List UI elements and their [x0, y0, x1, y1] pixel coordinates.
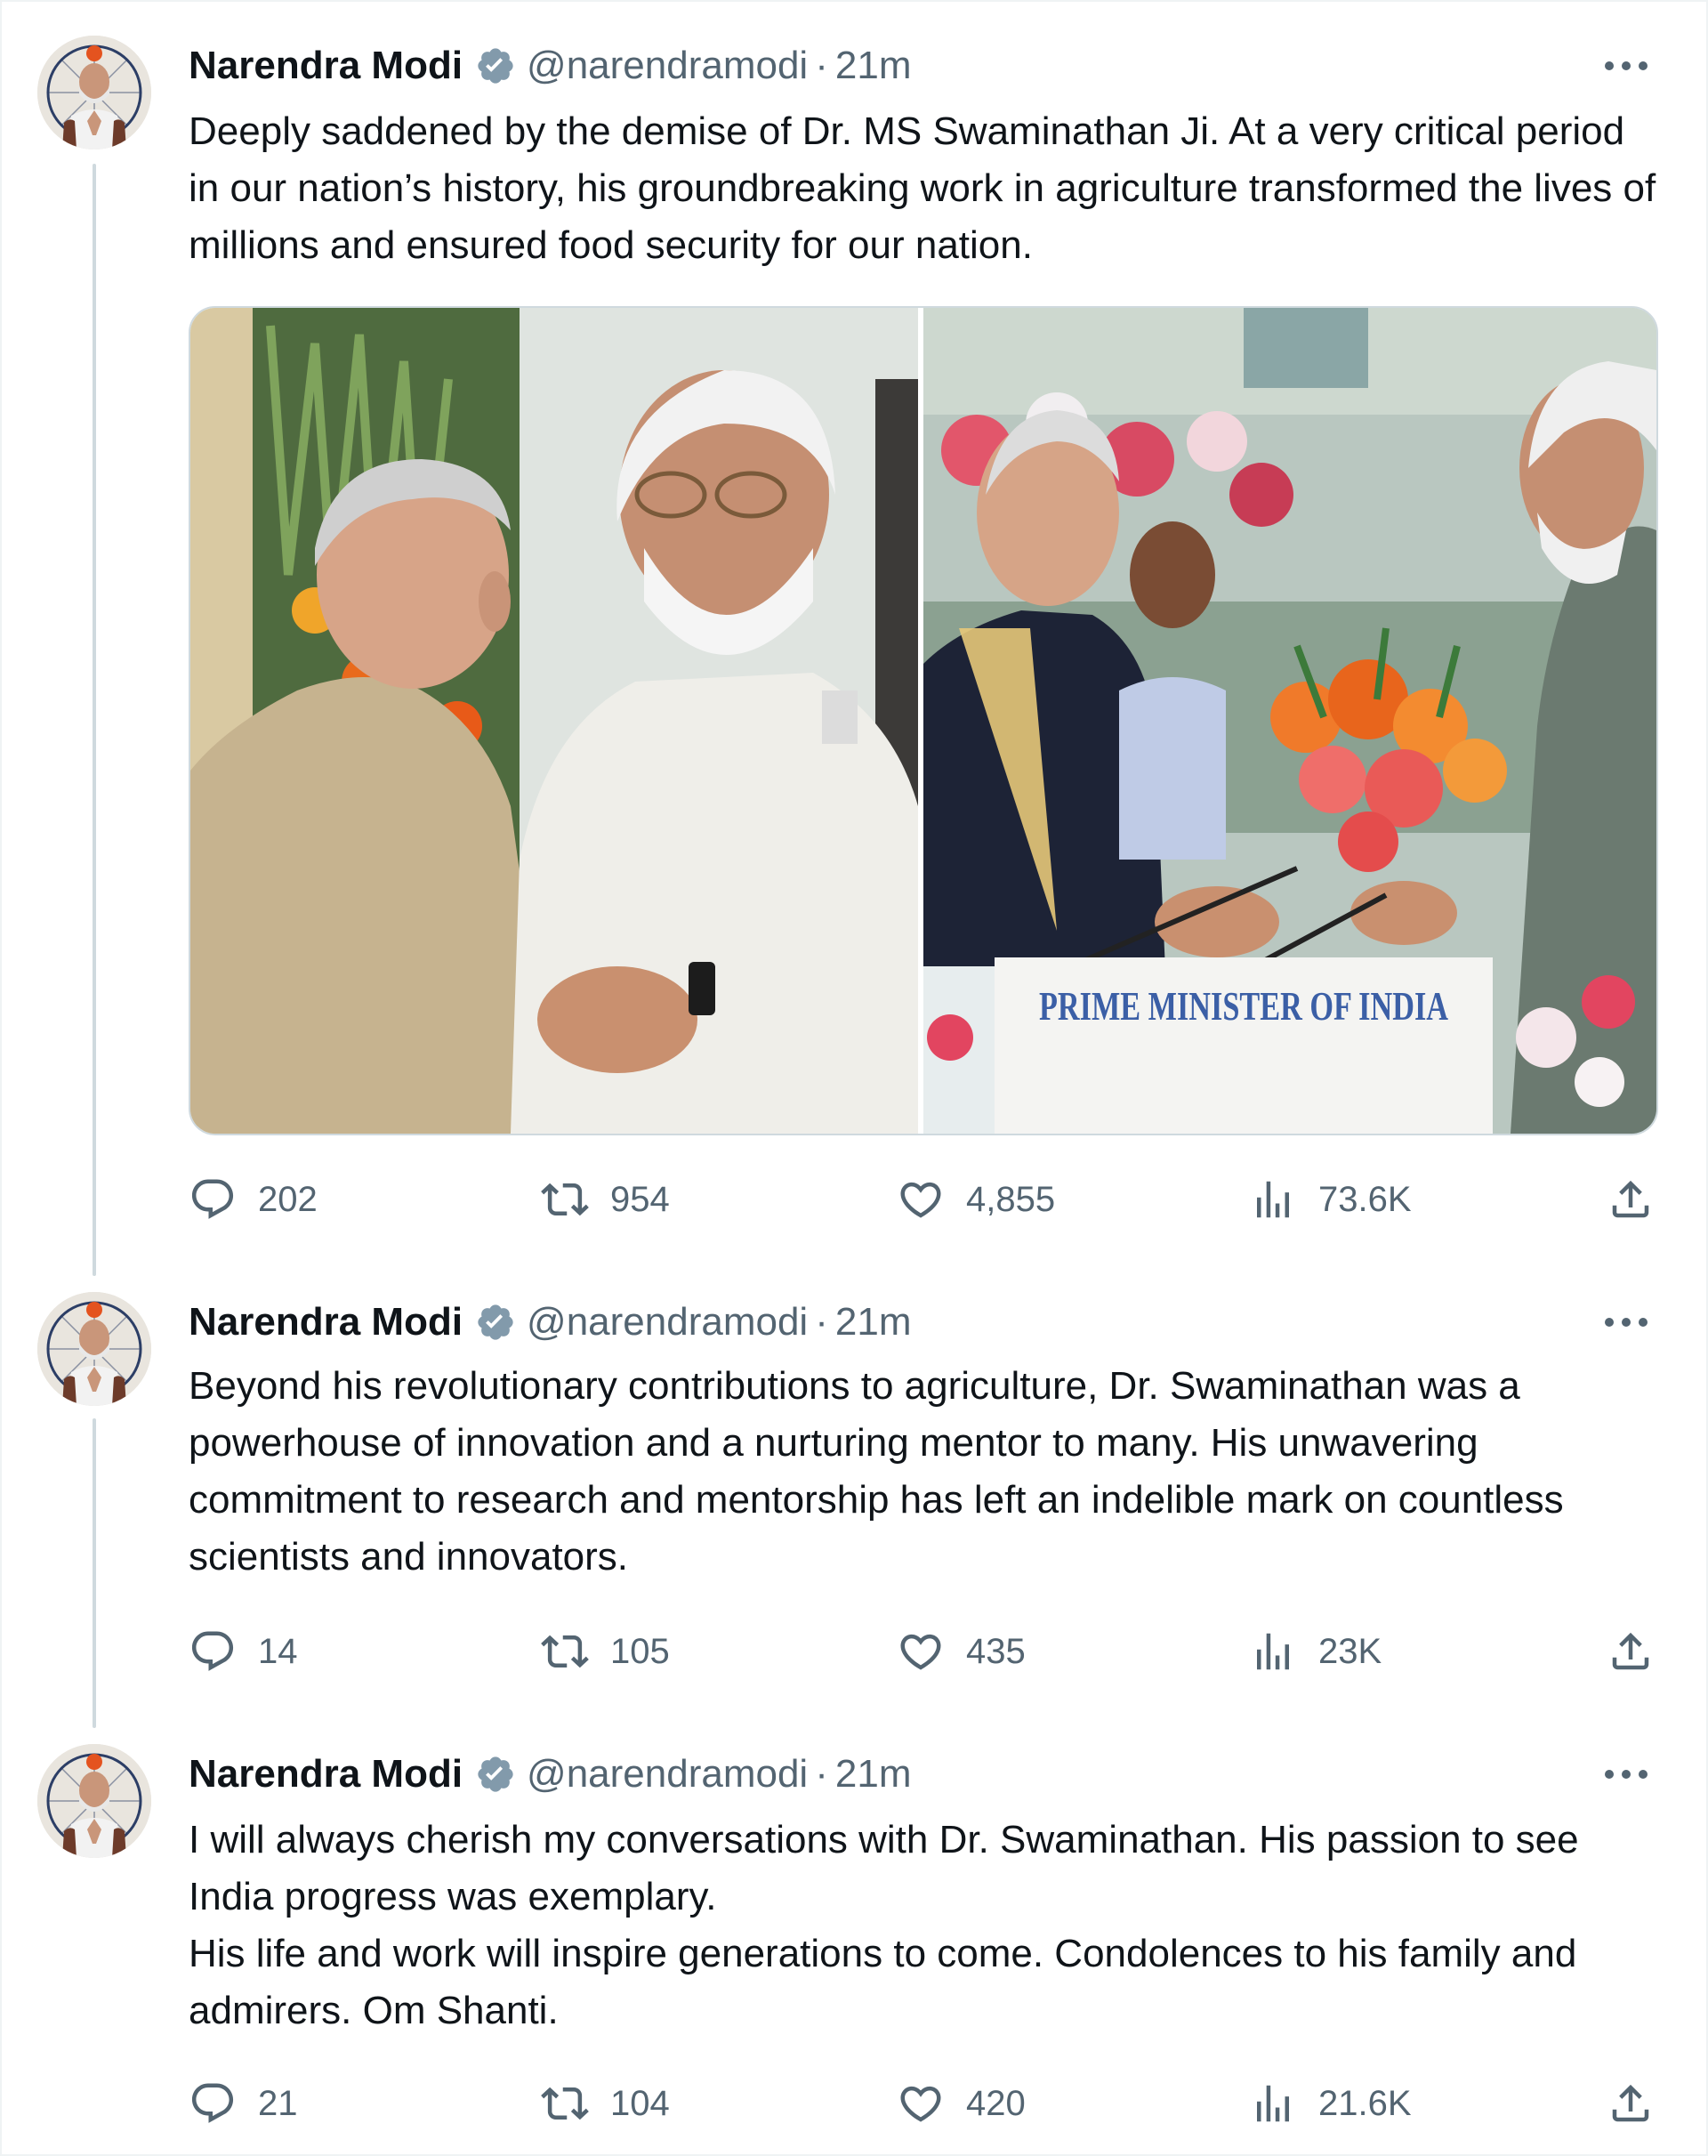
thread-connector-line — [93, 1418, 96, 1728]
like-button[interactable]: 435 — [897, 1625, 1026, 1678]
more-options-button[interactable] — [1599, 1756, 1653, 1792]
repost-button[interactable]: 954 — [541, 1173, 670, 1226]
views-icon — [1257, 1181, 1289, 1218]
tweet-actions: 21 104 420 21.6K — [189, 2077, 1665, 2130]
tweet-actions: 14 105 435 23K — [189, 1625, 1665, 1678]
share-button[interactable] — [1607, 1625, 1655, 1678]
more-options-button[interactable] — [1599, 1304, 1653, 1340]
author-handle[interactable]: @narendramodi — [527, 1752, 808, 1797]
author-name[interactable]: Narendra Modi — [189, 44, 463, 88]
timestamp[interactable]: 21m — [835, 44, 912, 88]
repost-button[interactable]: 105 — [541, 1625, 670, 1678]
share-button[interactable] — [1607, 2077, 1655, 2130]
repost-count: 954 — [610, 1179, 670, 1219]
views-button[interactable]: 21.6K — [1249, 2077, 1412, 2130]
more-options-button[interactable] — [1599, 48, 1653, 84]
tweet-actions: 202 954 4,855 73.6K — [189, 1173, 1665, 1226]
share-icon — [1612, 1632, 1649, 1670]
timestamp[interactable]: 21m — [835, 1300, 912, 1344]
more-icon — [1605, 1318, 1648, 1327]
reply-button[interactable]: 21 — [189, 2077, 298, 2130]
reply-icon — [191, 1179, 234, 1219]
tweet-header: Narendra Modi @narendramodi · 21m — [189, 1296, 911, 1349]
repost-count: 105 — [610, 1631, 670, 1671]
repost-icon — [541, 1635, 589, 1668]
tweet-header: Narendra Modi @narendramodi · 21m — [189, 39, 911, 93]
share-icon — [1612, 1180, 1649, 1218]
like-icon — [900, 1182, 941, 1218]
reply-icon — [191, 1631, 234, 1671]
like-button[interactable]: 420 — [897, 2077, 1026, 2130]
author-handle[interactable]: @narendramodi — [527, 44, 808, 88]
verified-badge-icon — [475, 45, 516, 86]
tweet-text: Deeply saddened by the demise of Dr. MS … — [189, 109, 1656, 267]
like-icon — [900, 2086, 941, 2122]
repost-icon — [541, 2087, 589, 2120]
like-count: 420 — [966, 2083, 1026, 2123]
share-icon — [1612, 2084, 1649, 2122]
views-icon — [1257, 2085, 1289, 2122]
views-icon — [1257, 1633, 1289, 1670]
verified-badge-icon — [475, 1754, 516, 1795]
tweet-media[interactable]: PRIME MINISTER OF INDIA — [189, 306, 1658, 1135]
like-count: 435 — [966, 1631, 1026, 1671]
views-button[interactable]: 73.6K — [1249, 1173, 1412, 1226]
verified-badge-icon — [475, 1302, 516, 1343]
tweet-header: Narendra Modi @narendramodi · 21m — [189, 1748, 911, 1801]
views-count: 21.6K — [1318, 2083, 1412, 2123]
author-name[interactable]: Narendra Modi — [189, 1752, 463, 1797]
like-icon — [900, 1634, 941, 1670]
reply-count: 14 — [258, 1631, 298, 1671]
handshake-photo-2[interactable]: PRIME MINISTER OF INDIA — [923, 308, 1656, 1134]
avatar[interactable] — [37, 36, 151, 149]
timestamp[interactable]: 21m — [835, 1752, 912, 1797]
like-count: 4,855 — [966, 1179, 1056, 1219]
more-icon — [1605, 1770, 1648, 1779]
views-count: 23K — [1318, 1631, 1382, 1671]
tweet-text: I will always cherish my conversations w… — [189, 1818, 1579, 2032]
share-button[interactable] — [1607, 1173, 1655, 1226]
reply-button[interactable]: 202 — [189, 1173, 318, 1226]
repost-icon — [541, 1183, 589, 1216]
author-name[interactable]: Narendra Modi — [189, 1300, 463, 1344]
avatar[interactable] — [37, 1292, 151, 1406]
author-handle[interactable]: @narendramodi — [527, 1300, 808, 1344]
reply-icon — [191, 2083, 234, 2123]
reply-button[interactable]: 14 — [189, 1625, 298, 1678]
views-button[interactable]: 23K — [1249, 1625, 1382, 1678]
reply-count: 202 — [258, 1179, 318, 1219]
separator-dot: · — [815, 1300, 828, 1344]
podium-placard-text: PRIME MINISTER OF INDIA — [1039, 983, 1448, 1029]
thread-connector-line — [93, 164, 96, 1276]
handshake-photo-1[interactable] — [190, 308, 918, 1134]
views-count: 73.6K — [1318, 1179, 1412, 1219]
tweet-text: Beyond his revolutionary contributions t… — [189, 1364, 1564, 1579]
separator-dot: · — [815, 44, 828, 87]
separator-dot: · — [815, 1752, 828, 1796]
repost-count: 104 — [610, 2083, 670, 2123]
like-button[interactable]: 4,855 — [897, 1173, 1055, 1226]
more-icon — [1605, 61, 1648, 70]
repost-button[interactable]: 104 — [541, 2077, 670, 2130]
reply-count: 21 — [258, 2083, 298, 2123]
avatar[interactable] — [37, 1744, 151, 1858]
